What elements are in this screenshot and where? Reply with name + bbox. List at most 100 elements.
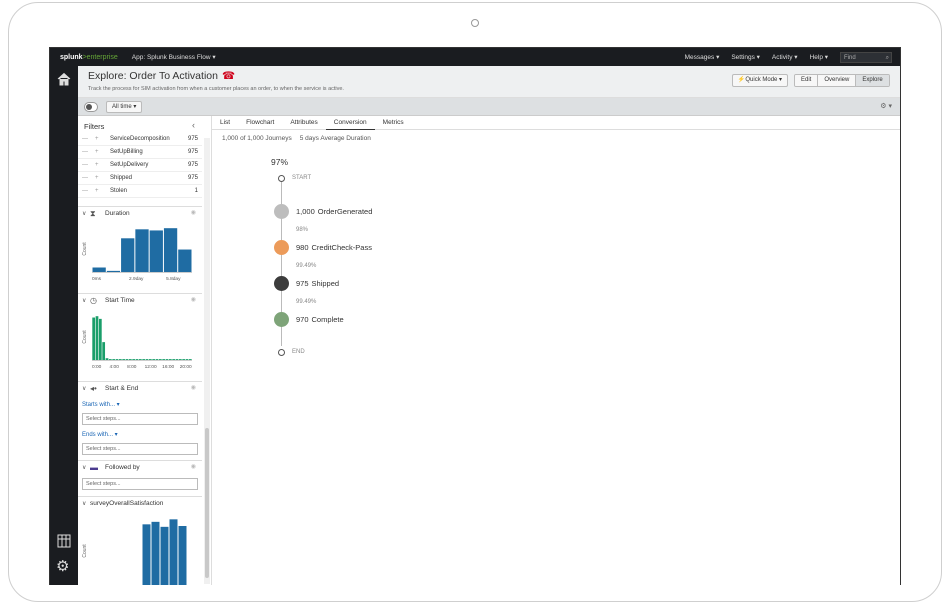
histogram-bar (92, 317, 96, 360)
page-header: Explore: Order To Activation ☎ Track the … (78, 66, 900, 98)
explore-button[interactable]: Explore (856, 75, 889, 86)
step-rate: 99.49% (296, 299, 317, 305)
ends-with-input[interactable]: Select steps... (82, 443, 198, 455)
histogram-bar (165, 359, 169, 360)
step-label[interactable]: 980 CreditCheck-Pass (296, 243, 372, 252)
view-toggle[interactable] (84, 102, 98, 112)
tab-flowchart[interactable]: Flowchart (238, 116, 282, 130)
find-input[interactable]: Find ⌕ (840, 51, 892, 63)
include-icon[interactable]: + (95, 136, 99, 142)
tab-list[interactable]: List (212, 116, 238, 130)
exclude-icon[interactable]: — (82, 136, 88, 142)
x-tick-label: 2.9day (129, 276, 144, 282)
start-end-section-header[interactable]: ∨ ◂• Start & End ◉ (78, 381, 202, 395)
gear-icon[interactable]: ⚙ (56, 559, 72, 575)
x-tick-label: 0:00 (92, 364, 102, 370)
step-rate: 99.49% (296, 263, 317, 269)
table-icon[interactable] (57, 534, 71, 548)
step-node[interactable] (274, 240, 289, 255)
page-title-wrap: Explore: Order To Activation ☎ (88, 70, 235, 82)
step-label[interactable]: 975 Shipped (296, 279, 339, 288)
page-title: Explore: Order To Activation (88, 70, 218, 82)
attribute-label: ServiceDecomposition (110, 136, 170, 142)
edit-button[interactable]: Edit (795, 75, 819, 86)
step-label[interactable]: 1,000 OrderGenerated (296, 207, 372, 216)
attribute-row: — + Stolen 1 (78, 185, 202, 198)
settings-menu[interactable]: Settings ▾ (731, 53, 760, 61)
histogram-bar (155, 359, 159, 360)
collapse-panel-icon[interactable]: ‹ (192, 120, 195, 130)
histogram-bar (185, 359, 189, 360)
starts-with-input[interactable]: Select steps... (82, 413, 198, 425)
time-range-picker[interactable]: All time ▾ (106, 101, 143, 113)
tab-metrics[interactable]: Metrics (375, 116, 412, 130)
step-label[interactable]: 970 Complete (296, 315, 344, 324)
journey-summary: 1,000 of 1,000 Journeys 5 days Average Du… (222, 135, 379, 142)
histogram-bar (95, 316, 99, 360)
start-time-section-header[interactable]: ∨ ◷ Start Time ◉ (78, 293, 202, 307)
starts-with-dropdown[interactable]: Starts with... ▾ (82, 401, 120, 408)
quick-mode-button[interactable]: ⚡Quick Mode ▾ (732, 74, 788, 87)
chevron-down-icon: ∨ (82, 465, 87, 471)
eye-icon[interactable]: ◉ (191, 296, 196, 303)
duration-section-header[interactable]: ∨ ⧗ Duration ◉ (78, 206, 202, 220)
splunk-logo[interactable]: splunk>enterprise (60, 54, 118, 61)
tab-conversion[interactable]: Conversion (325, 116, 375, 130)
include-icon[interactable]: + (95, 175, 99, 181)
eye-icon[interactable]: ◉ (191, 384, 196, 391)
overview-button[interactable]: Overview (818, 75, 857, 86)
histogram-bar (152, 359, 156, 360)
exclude-icon[interactable]: — (82, 188, 88, 194)
include-icon[interactable]: + (95, 149, 99, 155)
exclude-icon[interactable]: — (82, 175, 88, 181)
messages-menu[interactable]: Messages ▾ (685, 53, 720, 61)
include-icon[interactable]: + (95, 188, 99, 194)
step-count: 970 (296, 315, 309, 324)
step-node[interactable] (274, 276, 289, 291)
histogram-bar (172, 359, 176, 360)
settings-gear-menu[interactable]: ⚙ ▾ (880, 102, 892, 110)
eye-icon[interactable]: ◉ (191, 209, 196, 216)
histogram-bar (169, 519, 178, 585)
scroll-thumb[interactable] (205, 428, 209, 578)
histogram-bar (125, 359, 129, 360)
chart-y-label: Count (82, 330, 88, 344)
activity-menu[interactable]: Activity ▾ (772, 53, 798, 61)
start-end-label: Start & End (105, 385, 139, 392)
x-tick-label: 5.8day (166, 276, 181, 282)
ends-with-dropdown[interactable]: Ends with... ▾ (82, 431, 118, 438)
eye-icon[interactable]: ◉ (191, 463, 196, 470)
home-icon[interactable] (57, 72, 71, 86)
step-node[interactable] (274, 204, 289, 219)
step-count: 1,000 (296, 207, 315, 216)
histogram-bar (128, 359, 132, 360)
exclude-icon[interactable]: — (82, 162, 88, 168)
start-label: START (292, 175, 312, 181)
x-tick-label: 12:00 (145, 364, 157, 370)
tab-attributes[interactable]: Attributes (282, 116, 325, 130)
filters-scrollbar[interactable] (204, 138, 210, 584)
attribute-row: — + SetUpDelivery 975 (78, 159, 202, 172)
histogram-bar (92, 267, 106, 272)
followed-by-input[interactable]: Select steps... (82, 478, 198, 490)
filters-panel: Filters ‹ — + ServiceDecomposition 975 — + … (78, 116, 212, 585)
main-content: List Flowchart Attributes Conversion Met… (212, 116, 900, 585)
search-icon: ⌕ (885, 54, 889, 61)
survey-histogram: Count (82, 519, 187, 585)
histogram-bar (135, 359, 139, 360)
logo-suffix: >enterprise (82, 53, 118, 61)
histogram-bar (108, 359, 112, 360)
followed-by-label: Followed by (105, 464, 140, 471)
histogram-bar (188, 359, 192, 360)
survey-section-header[interactable]: ∨ surveyOverallSatisfaction (78, 496, 202, 510)
include-icon[interactable]: + (95, 162, 99, 168)
step-node[interactable] (274, 312, 289, 327)
exclude-icon[interactable]: — (82, 149, 88, 155)
step-name: OrderGenerated (317, 207, 373, 216)
followed-by-section-header[interactable]: ∨ ▬ Followed by ◉ (78, 460, 202, 474)
app-menu[interactable]: App: Splunk Business Flow ▾ (132, 53, 216, 61)
end-node (278, 349, 285, 356)
step-count: 980 (296, 243, 309, 252)
help-menu[interactable]: Help ▾ (810, 53, 828, 61)
attribute-count: 975 (187, 149, 198, 155)
